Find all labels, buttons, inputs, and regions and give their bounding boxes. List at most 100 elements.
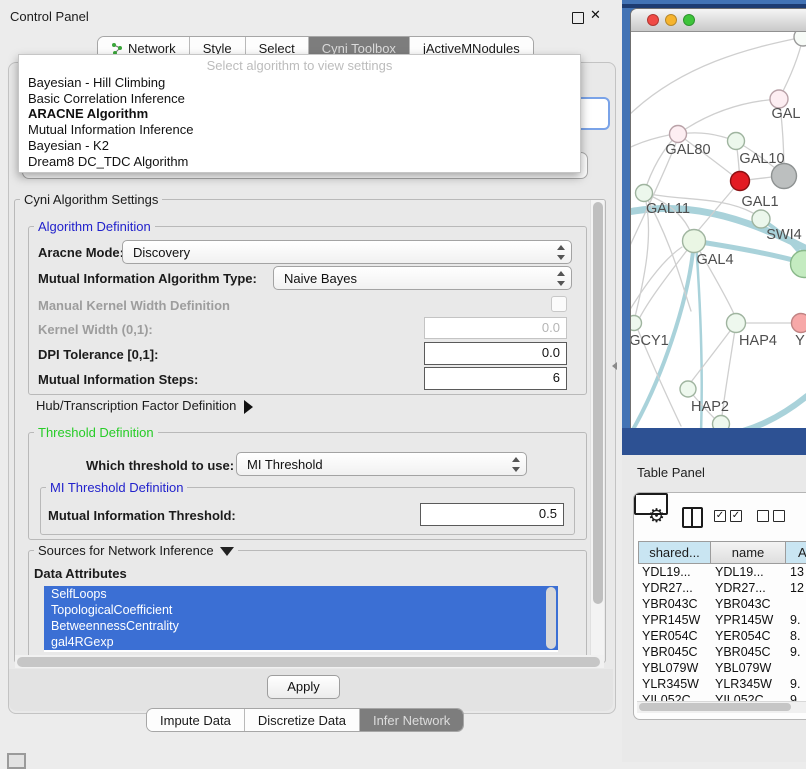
network-edge[interactable] — [779, 37, 803, 99]
sources-group-title[interactable]: Sources for Network Inference — [34, 543, 238, 558]
table-row[interactable]: YER054C YER054C 8. — [638, 629, 806, 645]
network-node[interactable] — [794, 32, 806, 46]
hub-definition-expander[interactable]: Hub/Transcription Factor Definition — [36, 398, 253, 414]
corner-grip[interactable] — [7, 753, 26, 769]
algorithm-option[interactable]: Basic Correlation Inference — [19, 91, 580, 107]
algorithm-option[interactable]: Bayesian - Hill Climbing — [19, 75, 580, 91]
table-cell[interactable]: 13 — [790, 565, 804, 579]
table-cell[interactable]: YPR145W — [642, 613, 700, 627]
network-node-gal4[interactable] — [683, 230, 706, 253]
columns-icon[interactable] — [682, 507, 703, 528]
algorithm-option[interactable]: Mutual Information Inference — [19, 122, 580, 138]
bottom-tab-impute-data[interactable]: Impute Data — [147, 709, 245, 731]
table-cell[interactable]: 9. — [790, 677, 800, 691]
table-cell[interactable]: YBR045C — [715, 645, 771, 659]
network-graph[interactable]: GALGAL80GAL10GAL1SWI4GAL11GAL4GCY1HAP4YH… — [631, 32, 806, 428]
mi-steps-field[interactable]: 6 — [424, 367, 567, 390]
checkbox-unchecked-icon[interactable] — [773, 510, 785, 522]
column-header-name[interactable]: name — [711, 541, 786, 564]
table-cell[interactable]: YBR043C — [642, 597, 698, 611]
scroll-thumb[interactable] — [639, 703, 791, 711]
data-attribute-item[interactable]: SelfLoops — [44, 586, 558, 602]
scroll-thumb[interactable] — [593, 202, 603, 604]
table-cell[interactable]: YLR345W — [642, 677, 699, 691]
table-cell[interactable]: YPR145W — [715, 613, 773, 627]
table-cell[interactable]: YBR045C — [642, 645, 698, 659]
table-cell[interactable]: YLR345W — [715, 677, 772, 691]
data-attributes-list[interactable]: SelfLoopsTopologicalCoefficientBetweenne… — [44, 586, 558, 652]
table-cell[interactable]: YDR27... — [715, 581, 766, 595]
bottom-tab-discretize-data[interactable]: Discretize Data — [245, 709, 360, 731]
network-node-gal1[interactable] — [772, 164, 797, 189]
data-attribute-item[interactable]: BetweennessCentrality — [44, 618, 558, 634]
settings-vertical-scrollbar[interactable] — [590, 200, 604, 656]
table-cell[interactable]: YER054C — [715, 629, 771, 643]
network-node-hap2[interactable] — [680, 381, 696, 397]
column-header-shared-name[interactable]: shared... — [638, 541, 711, 564]
network-canvas[interactable]: GALGAL80GAL10GAL1SWI4GAL11GAL4GCY1HAP4YH… — [631, 32, 806, 428]
apply-button[interactable]: Apply — [267, 675, 340, 699]
close-traffic-light-icon[interactable] — [647, 14, 659, 26]
network-node[interactable] — [791, 251, 806, 278]
network-window-titlebar[interactable] — [631, 9, 806, 32]
table-cell[interactable]: YER054C — [642, 629, 698, 643]
table-row[interactable]: YBR045C YBR045C 9. — [638, 645, 806, 661]
network-node-gal80[interactable] — [670, 126, 687, 143]
attributes-scrollbar[interactable] — [546, 587, 556, 649]
network-node-gal10[interactable] — [728, 133, 745, 150]
float-window-icon[interactable] — [572, 12, 584, 24]
table-cell[interactable]: YDL19... — [642, 565, 691, 579]
table-row[interactable]: YDL19... YDL19... 13 — [638, 565, 806, 581]
network-node-gal11[interactable] — [636, 185, 653, 202]
table-row[interactable]: YIL052C YIL052C 9. — [638, 693, 806, 701]
table-row[interactable]: YPR145W YPR145W 9. — [638, 613, 806, 629]
mi-threshold-field[interactable]: 0.5 — [420, 503, 564, 526]
which-threshold-combo[interactable]: MI Threshold — [236, 452, 527, 476]
bottom-tab-infer-network[interactable]: Infer Network — [360, 709, 463, 731]
table-cell[interactable]: 9. — [790, 613, 800, 627]
table-cell[interactable]: 9. — [790, 693, 800, 701]
network-edge[interactable] — [691, 323, 736, 382]
gear-icon[interactable]: ⚙ — [648, 507, 665, 527]
network-node[interactable] — [731, 172, 750, 191]
table-row[interactable]: YDR27... YDR27... 12 — [638, 581, 806, 597]
table-cell[interactable]: YIL052C — [715, 693, 764, 701]
algorithm-option[interactable]: Dream8 DC_TDC Algorithm — [19, 154, 580, 170]
data-attribute-item[interactable]: gal4RGexp — [44, 634, 558, 650]
table-cell[interactable]: YDL19... — [715, 565, 764, 579]
table-cell[interactable]: YDR27... — [642, 581, 693, 595]
network-edge[interactable] — [631, 135, 669, 151]
table-cell[interactable]: YBL079W — [642, 661, 698, 675]
data-attribute-item[interactable]: TopologicalCoefficient — [44, 602, 558, 618]
table-cell[interactable]: 8. — [790, 629, 800, 643]
zoom-traffic-light-icon[interactable] — [683, 14, 695, 26]
kernel-width-field[interactable]: 0.0 — [424, 317, 567, 339]
manual-kernel-checkbox[interactable] — [551, 296, 567, 312]
network-node-y[interactable] — [792, 314, 806, 333]
network-node-swi4[interactable] — [752, 210, 770, 228]
checkbox-checked-icon[interactable]: ✓ — [714, 510, 726, 522]
table-row[interactable]: YLR345W YLR345W 9. — [638, 677, 806, 693]
table-horizontal-scrollbar[interactable] — [637, 701, 806, 713]
table-cell[interactable]: 9. — [790, 645, 800, 659]
table-cell[interactable]: 12 — [790, 581, 804, 595]
network-node-gcy1[interactable] — [631, 316, 642, 331]
network-edge[interactable] — [736, 396, 806, 428]
table-cell[interactable]: YBR043C — [715, 597, 771, 611]
scroll-thumb[interactable] — [17, 657, 600, 667]
algorithm-option[interactable]: Bayesian - K2 — [19, 138, 580, 154]
dpi-tolerance-field[interactable]: 0.0 — [424, 342, 567, 365]
network-edge[interactable] — [678, 99, 779, 134]
checkbox-unchecked-icon[interactable] — [757, 510, 769, 522]
splitter-collapse-icon[interactable] — [612, 362, 617, 370]
aracne-mode-combo[interactable]: Discovery — [122, 240, 572, 264]
algorithm-option[interactable]: ARACNE Algorithm — [19, 106, 580, 122]
table-row[interactable]: YBL079WYBL079W — [638, 661, 806, 677]
checkbox-checked-icon[interactable]: ✓ — [730, 510, 742, 522]
network-node-hap4[interactable] — [727, 314, 746, 333]
table-cell[interactable]: YIL052C — [642, 693, 691, 701]
settings-horizontal-scrollbar[interactable] — [15, 655, 604, 668]
column-header-partial[interactable]: A — [786, 541, 806, 564]
network-node[interactable] — [713, 416, 730, 429]
mi-type-combo[interactable]: Naive Bayes — [273, 266, 572, 290]
